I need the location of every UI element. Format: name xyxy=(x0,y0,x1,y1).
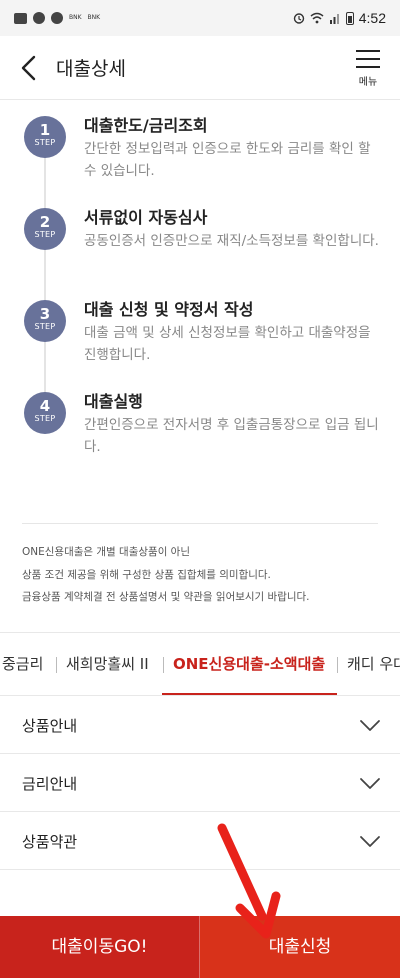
bank-app-icon: BNK xyxy=(69,14,82,21)
tab-separator xyxy=(337,657,338,673)
step-number: 1 xyxy=(39,121,51,139)
step-title: 서류없이 자동심사 xyxy=(84,208,208,227)
product-notice: ONE신용대출은 개별 대출상품이 아닌 상품 조건 제공을 위해 구성한 상품… xyxy=(22,541,382,609)
step-description: 간편인증으로 전자서명 후 입출금통장으로 입금 됩니다. xyxy=(84,417,379,455)
step-title: 대출실행 xyxy=(84,392,143,411)
step-number: 2 xyxy=(39,213,51,231)
menu-icon xyxy=(356,50,380,52)
menu-icon-bar xyxy=(356,58,380,60)
tab-caddie[interactable]: 캐디 우대 xyxy=(347,633,400,695)
bank-app-icon: BNK xyxy=(87,14,101,21)
menu-label: 메뉴 xyxy=(358,77,378,88)
page-title: 대출상세 xyxy=(56,58,126,80)
step-word: STEP xyxy=(34,414,56,423)
talk-icon xyxy=(51,12,63,24)
step-description: 간단한 정보입력과 인증으로 한도와 금리를 확인 할 수 있습니다. xyxy=(84,141,371,179)
tab-saehuimang[interactable]: 새희망홀씨 II xyxy=(66,633,149,695)
step-word: STEP xyxy=(34,322,56,331)
app-header: 대출상세 메뉴 xyxy=(0,36,400,100)
step-description: 공동인증서 인증만으로 재직/소득정보를 확인합니다. xyxy=(84,233,379,249)
notice-line: 금융상품 계약체결 전 상품설명서 및 약관을 읽어보시기 바랍니다. xyxy=(22,591,310,603)
loan-steps: 1 STEP 대출한도/금리조회 간단한 정보입력과 인증으로 한도와 금리를 … xyxy=(0,100,400,480)
tab-one-credit-small-loan[interactable]: ONE신용대출-소액대출 xyxy=(173,633,325,695)
bottom-action-bar: 대출이동GO! 대출신청 xyxy=(0,916,400,978)
notification-icons: BNK BNK xyxy=(14,12,100,24)
product-tabs: 중금리 새희망홀씨 II ONE신용대출-소액대출 캐디 우대 xyxy=(0,632,400,696)
gallery-icon xyxy=(14,12,27,24)
loan-apply-button[interactable]: 대출신청 xyxy=(200,916,400,978)
step-word: STEP xyxy=(34,138,56,147)
signal-icon xyxy=(329,14,339,24)
section-divider xyxy=(22,523,378,524)
step-number: 3 xyxy=(39,305,51,323)
step-title: 대출한도/금리조회 xyxy=(84,116,208,135)
accordion-product-terms[interactable]: 상품약관 xyxy=(0,812,400,870)
wifi-icon xyxy=(310,12,324,24)
step-badge: 2 STEP xyxy=(24,208,66,250)
chat-icon xyxy=(33,12,45,24)
menu-icon-bar xyxy=(356,66,380,68)
notice-line: ONE신용대출은 개별 대출상품이 아닌 xyxy=(22,546,191,558)
step-connector-line xyxy=(44,140,46,430)
back-arrow-icon[interactable] xyxy=(14,52,46,84)
status-bar: BNK BNK 4:52 xyxy=(0,0,400,36)
notice-line: 상품 조건 제공을 위해 구성한 상품 집합체를 의미합니다. xyxy=(22,568,271,581)
step-word: STEP xyxy=(34,230,56,239)
battery-icon xyxy=(345,11,354,25)
step-badge: 1 STEP xyxy=(24,116,66,158)
accordion-label: 금리안내 xyxy=(22,775,78,793)
accordion-rate-info[interactable]: 금리안내 xyxy=(0,754,400,812)
tab-mid-rate[interactable]: 중금리 xyxy=(2,633,43,695)
accordion-label: 상품약관 xyxy=(22,833,78,851)
tab-separator xyxy=(56,657,57,673)
menu-button[interactable]: 메뉴 xyxy=(354,50,382,90)
accordion-product-info[interactable]: 상품안내 xyxy=(0,696,400,754)
tab-separator xyxy=(163,657,164,673)
step-badge: 3 STEP xyxy=(24,300,66,342)
chevron-down-icon xyxy=(360,836,380,847)
step-description: 대출 금액 및 상세 신청정보를 확인하고 대출약정을 진행합니다. xyxy=(84,325,371,363)
chevron-down-icon xyxy=(360,720,380,731)
step-number: 4 xyxy=(39,397,51,415)
loan-transfer-button[interactable]: 대출이동GO! xyxy=(0,916,200,978)
clock: 4:52 xyxy=(358,10,386,26)
accordion-label: 상품안내 xyxy=(22,717,78,735)
step-title: 대출 신청 및 약정서 작성 xyxy=(84,300,254,319)
step-badge: 4 STEP xyxy=(24,392,66,434)
chevron-down-icon xyxy=(360,778,380,789)
alarm-icon xyxy=(293,13,304,24)
